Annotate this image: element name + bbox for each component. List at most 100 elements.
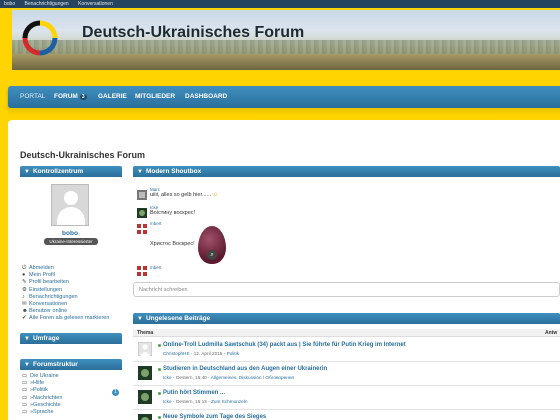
- forum-unread-badge: 1: [112, 389, 119, 396]
- folder-icon: ▭: [22, 401, 28, 408]
- forum-item-label: »Sprache: [30, 408, 54, 415]
- menu-item-label: Konversationen: [29, 300, 68, 307]
- forum-item[interactable]: ▭ Die Ukraine: [22, 373, 62, 380]
- forumstruktur-header[interactable]: ▼ Forumstruktur: [20, 359, 122, 370]
- column-thema[interactable]: Thema: [137, 330, 153, 336]
- menu-item-label: Benachrichtigungen: [29, 293, 78, 300]
- nav-portal[interactable]: PORTAL: [20, 93, 45, 100]
- forum-structure-list: ▭ Die Ukraine ▭ »Hilfe ▭ »Politik ▭ »Nachric…: [22, 373, 62, 416]
- nav-forum-count: 3: [79, 94, 87, 100]
- menu-item-benachrichtigungen[interactable]: ♪ Benachrichtigungen: [22, 294, 109, 301]
- easter-egg-image[interactable]: ⌕: [198, 226, 226, 264]
- thread-row[interactable]: Studieren in Deutschland aus den Augen e…: [133, 363, 560, 386]
- shoutbox-header[interactable]: ▼ Modern Shoutbox: [133, 166, 560, 177]
- thread-forum[interactable]: Allgemeines, Diskussion / Обговорення: [211, 375, 294, 380]
- thread-row[interactable]: Neue Symbole zum Tage des Sieges: [133, 411, 560, 420]
- thread-avatar[interactable]: [138, 342, 152, 356]
- forum-item[interactable]: ▭ »Geschichte: [22, 402, 62, 409]
- folder-icon: ▭: [22, 408, 28, 415]
- forum-item-label: Die Ukraine: [30, 373, 59, 379]
- folder-icon: ▭: [22, 373, 28, 379]
- notifications-link[interactable]: Benachrichtigungen: [25, 1, 69, 7]
- menu-item-abmelden[interactable]: ⏻ Abmelden: [22, 265, 109, 272]
- thread-title[interactable]: Studieren in Deutschland aus den Augen e…: [163, 366, 327, 372]
- thread-title[interactable]: Neue Symbole zum Tage des Sieges: [163, 414, 266, 420]
- shout-author[interactable]: mbert: [150, 221, 162, 226]
- chevron-down-icon: ▼: [24, 362, 30, 368]
- thread-row[interactable]: Online-Troll Ludmilla Sawtschuk (34) pac…: [133, 339, 560, 362]
- unread-posts-header[interactable]: ▼ Ungelesene Beiträge: [133, 313, 560, 324]
- nav-mitglieder[interactable]: MITGLIEDER: [135, 93, 175, 100]
- check-icon: ✔: [22, 315, 27, 322]
- unread-column-headers: Thema Antw: [133, 329, 560, 337]
- kontrollzentrum-title: Kontrollzentrum: [32, 168, 84, 175]
- thread-forum[interactable]: Zum Schmunzeln: [211, 399, 247, 404]
- smiley-icon: ☺: [212, 192, 219, 198]
- shout-avatar-mbert[interactable]: [137, 224, 147, 234]
- shout-avatar-mbert[interactable]: [137, 266, 147, 276]
- forum-item[interactable]: ▭ »Hilfe: [22, 380, 62, 387]
- thread-avatar[interactable]: [138, 414, 152, 420]
- thread-author[interactable]: Icke: [163, 399, 172, 404]
- thread-avatar[interactable]: [138, 366, 152, 380]
- user-title-badge: Ukraine-Interessierter: [44, 238, 98, 245]
- nav-forum[interactable]: FORUM 3: [54, 93, 87, 100]
- forum-item[interactable]: ▭ »Politik: [22, 387, 62, 394]
- unread-dot: [158, 416, 161, 419]
- shout-author[interactable]: mbert: [150, 265, 162, 270]
- shoutbox-title: Modern Shoutbox: [145, 168, 202, 175]
- users-icon: ☻: [22, 308, 28, 315]
- menu-item-profil-bearbeiten[interactable]: ✎ Profil bearbeiten: [22, 279, 109, 286]
- thread-meta: Icke - Gestern, 15:40 - Allgemeines, Dis…: [163, 375, 294, 380]
- edit-icon: ✎: [22, 279, 27, 286]
- banner-field: [12, 54, 560, 70]
- main-content: Deutsch-Ukrainisches Forum ▼ Kontrollzent…: [8, 120, 560, 420]
- site-title[interactable]: Deutsch-Ukrainisches Forum: [82, 24, 304, 42]
- menu-item-benutzer-online[interactable]: ☻Benutzer online: [22, 308, 109, 315]
- forum-logo-icon[interactable]: [20, 18, 60, 58]
- chevron-down-icon: ▼: [24, 336, 30, 342]
- shout-message: Icke Воістину воскрес!: [150, 205, 195, 216]
- thread-author[interactable]: ChristophHE: [163, 351, 190, 356]
- forumstruktur-title: Forumstruktur: [32, 361, 78, 368]
- thread-forum[interactable]: Politik: [227, 351, 240, 356]
- menu-item-konversationen[interactable]: ✉ Konversationen: [22, 301, 109, 308]
- thread-row[interactable]: Putin hört Stimmen ... Icke - Gestern, 1…: [133, 387, 560, 410]
- menu-item-foren-gelesen[interactable]: ✔ Alle Foren als gelesen markieren: [22, 315, 109, 322]
- forum-item[interactable]: ▭ »Sprache: [22, 409, 62, 416]
- thread-avatar[interactable]: [138, 390, 152, 404]
- user-avatar[interactable]: [51, 184, 89, 226]
- sidebar-username[interactable]: bobo: [20, 230, 120, 237]
- folder-icon: ▭: [22, 380, 28, 387]
- nav-forum-label: FORUM: [54, 93, 78, 100]
- nav-dashboard[interactable]: DASHBOARD: [185, 93, 227, 100]
- thread-title[interactable]: Online-Troll Ludmilla Sawtschuk (34) pac…: [163, 342, 406, 348]
- folder-icon: ▭: [22, 394, 28, 401]
- user-link[interactable]: bobo: [4, 1, 15, 7]
- thread-title[interactable]: Putin hört Stimmen ...: [163, 390, 225, 396]
- umfrage-header[interactable]: ▼ Umfrage: [20, 333, 122, 344]
- column-antworten[interactable]: Antw: [545, 330, 557, 336]
- shout-avatar-icke[interactable]: [137, 208, 147, 218]
- menu-item-einstellungen[interactable]: ⚙ Einstellungen: [22, 287, 109, 294]
- menu-item-label: Mein Profil: [29, 272, 55, 279]
- nav-galerie[interactable]: GALERIE: [98, 93, 127, 100]
- thread-author[interactable]: Icke: [163, 375, 172, 380]
- shout-message: mbert: [150, 265, 162, 270]
- shout-input[interactable]: Nachricht schreiben: [133, 282, 560, 297]
- forum-item[interactable]: ▭ »Nachrichten: [22, 395, 62, 402]
- thread-meta: ChristophHE - 12. April 2015 - Politik: [163, 351, 240, 356]
- header-banner: Deutsch-Ukrainisches Forum: [12, 10, 560, 70]
- shout-avatar-marc[interactable]: [137, 190, 147, 200]
- zoom-icon[interactable]: ⌕: [207, 250, 217, 260]
- chevron-down-icon: ▼: [137, 316, 143, 322]
- kontrollzentrum-header[interactable]: ▼ Kontrollzentrum: [20, 166, 122, 177]
- shout-text: Христос Воскрес!: [150, 241, 195, 247]
- page-title: Deutsch-Ukrainisches Forum: [20, 150, 146, 160]
- chevron-down-icon: ▼: [24, 169, 30, 175]
- thread-meta: Icke - Gestern, 15:13 - Zum Schmunzeln: [163, 399, 248, 404]
- logout-icon: ⏻: [22, 265, 27, 271]
- conversations-link[interactable]: Konversationen: [78, 1, 113, 7]
- menu-item-label: Abmelden: [29, 265, 54, 271]
- chevron-down-icon: ▼: [137, 169, 143, 175]
